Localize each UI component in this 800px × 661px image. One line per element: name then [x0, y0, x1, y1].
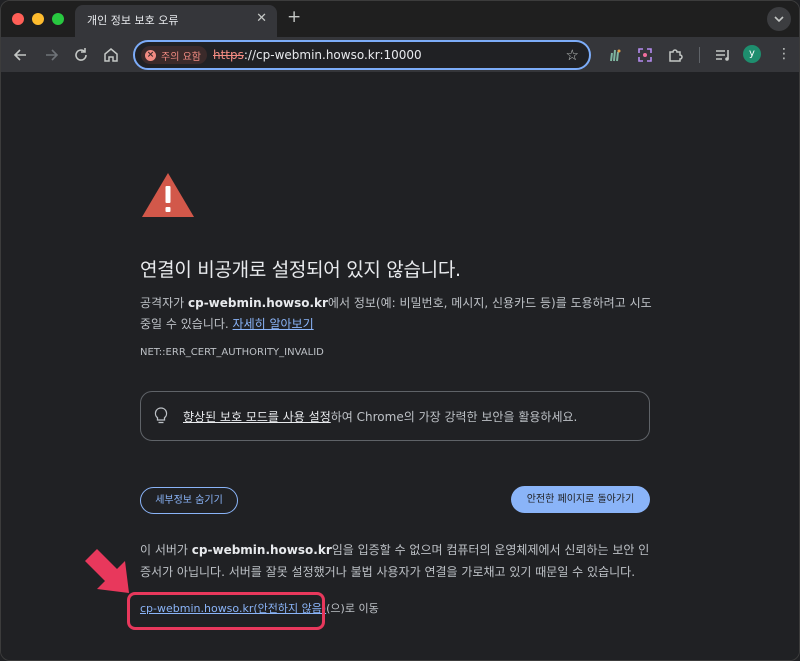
media-control-button[interactable] — [713, 45, 733, 65]
active-tab[interactable]: 개인 정보 보호 오류 ✕ — [75, 5, 277, 37]
highlight-box — [127, 592, 325, 630]
home-icon — [104, 48, 118, 62]
interstitial-page: 연결이 비공개로 설정되어 있지 않습니다. 공격자가 cp-webmin.ho… — [1, 73, 799, 660]
new-tab-button[interactable]: + — [287, 7, 301, 27]
extension-capture-icon — [638, 48, 652, 62]
error-code: NET::ERR_CERT_AUTHORITY_INVALID — [140, 347, 324, 358]
puzzle-icon — [669, 49, 683, 62]
close-window-button[interactable] — [12, 13, 24, 25]
address-bar[interactable]: × 주의 요함 https://cp-webmin.howso.kr:10000… — [133, 40, 591, 70]
home-button[interactable] — [101, 45, 121, 65]
toolbar-divider — [699, 47, 700, 63]
tab-close-icon[interactable]: ✕ — [256, 12, 267, 26]
profile-avatar[interactable]: y — [743, 45, 761, 63]
arrow-right-icon — [46, 49, 59, 61]
attack-explanation: 공격자가 cp-webmin.howso.kr에서 정보(예: 비밀번호, 메시… — [140, 293, 660, 335]
explanation-host: cp-webmin.howso.kr — [187, 296, 328, 310]
browser-toolbar: × 주의 요함 https://cp-webmin.howso.kr:10000… — [1, 37, 799, 73]
enhanced-protection-card: 향상된 보호 모드를 사용 설정하여 Chrome의 가장 강력한 보안을 활용… — [140, 391, 650, 441]
warning-triangle-icon — [142, 173, 194, 217]
page-title: 연결이 비공개로 설정되어 있지 않습니다. — [140, 259, 461, 281]
minimize-window-button[interactable] — [32, 13, 44, 25]
maximize-window-button[interactable] — [52, 13, 64, 25]
url-scheme: https — [213, 48, 244, 62]
explanation-text-a: 공격자가 — [140, 296, 188, 310]
menu-dots-icon[interactable]: ⋮ — [777, 45, 791, 63]
enhanced-protection-link[interactable]: 향상된 보호 모드를 사용 설정 — [183, 410, 331, 424]
extension-2-button[interactable] — [635, 45, 655, 65]
back-to-safety-button[interactable]: 안전한 페이지로 돌아가기 — [511, 486, 650, 513]
learn-more-link[interactable]: 자세히 알아보기 — [233, 317, 314, 331]
forward-button[interactable] — [41, 45, 61, 65]
not-secure-chip[interactable]: × 주의 요함 — [141, 46, 207, 64]
lightbulb-icon — [154, 407, 168, 424]
details-text-a: 이 서버가 — [140, 543, 192, 557]
tab-strip: 개인 정보 보호 오류 ✕ + — [1, 1, 799, 37]
url-host: ://cp-webmin.howso.kr:10000 — [243, 48, 422, 62]
playlist-icon — [716, 50, 729, 61]
reload-button[interactable] — [71, 45, 91, 65]
tab-title: 개인 정보 보호 오류 — [87, 14, 179, 27]
bookmark-star-icon[interactable]: ☆ — [566, 46, 579, 64]
chevron-down-icon — [774, 16, 784, 23]
not-secure-label: 주의 요함 — [161, 51, 201, 63]
arrow-left-icon — [13, 49, 26, 61]
not-secure-icon: × — [145, 49, 156, 61]
extension-1-button[interactable] — [605, 45, 625, 65]
browser-window: 개인 정보 보호 오류 ✕ + × 주의 요함 https://cp-webmi… — [0, 0, 800, 661]
enhanced-protection-rest: 하여 Chrome의 가장 강력한 보안을 활용하세요. — [330, 410, 578, 424]
enhanced-protection-text: 향상된 보호 모드를 사용 설정하여 Chrome의 가장 강력한 보안을 활용… — [183, 408, 577, 425]
details-host: cp-webmin.howso.kr — [191, 543, 332, 557]
back-button[interactable] — [11, 45, 31, 65]
extensions-button[interactable] — [665, 45, 685, 65]
pointer-arrow-icon — [85, 549, 129, 593]
certificate-details: 이 서버가 cp-webmin.howso.kr임을 입증할 수 없으며 컴퓨터… — [140, 539, 660, 583]
proceed-suffix: (으)로 이동 — [326, 602, 379, 615]
tab-search-button[interactable] — [767, 7, 791, 31]
url-text[interactable]: https://cp-webmin.howso.kr:10000 — [213, 48, 422, 62]
hide-details-button[interactable]: 세부정보 숨기기 — [140, 487, 238, 514]
reload-icon — [75, 48, 87, 61]
extension-hand-icon — [610, 49, 621, 62]
